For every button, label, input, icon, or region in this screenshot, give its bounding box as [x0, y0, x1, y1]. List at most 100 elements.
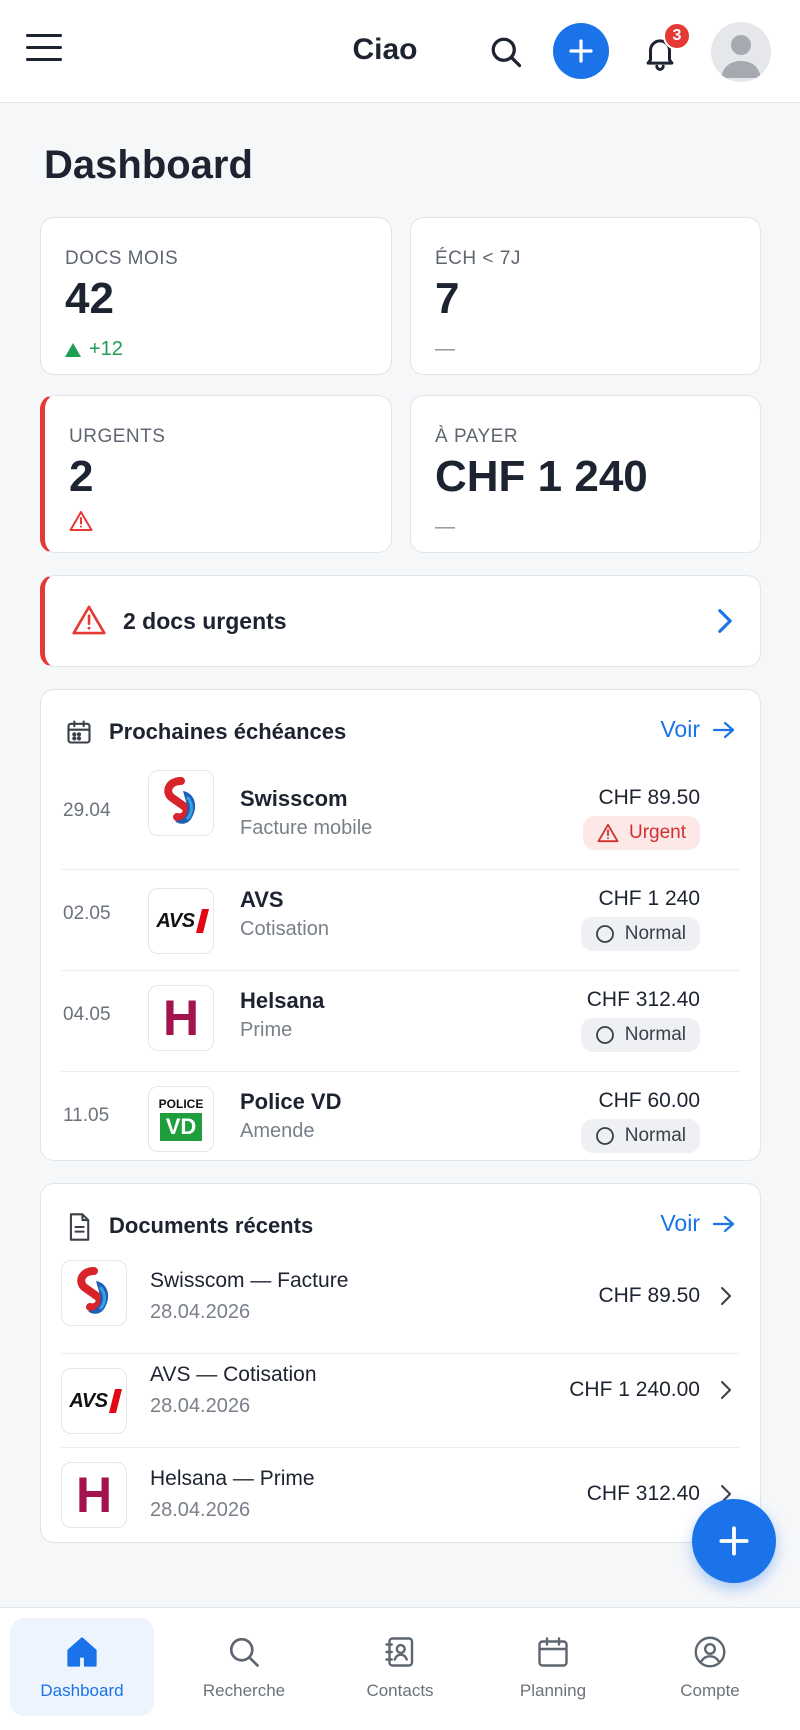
deadline-row[interactable]: 11.05 POLICE VD Police VD Amende CHF 60.… [61, 1072, 740, 1162]
nav-label: Dashboard [40, 1681, 124, 1700]
stat-card-to-pay[interactable]: À PAYER CHF 1 240 — [410, 395, 761, 553]
recent-documents-card: Documents récents Voir Swisscom — Factur… [40, 1183, 761, 1543]
helsana-logo: H [148, 985, 214, 1051]
nav-item-contacts[interactable]: Contacts [328, 1618, 472, 1716]
warning-icon [597, 823, 619, 843]
stat-card-docs-month[interactable]: DOCS MOIS 42 +12 [40, 217, 392, 375]
police-vd-logo: POLICE VD [148, 1086, 214, 1152]
deadline-amount: CHF 312.40 [586, 988, 700, 1011]
stat-sub: — [435, 338, 455, 360]
app-title: Ciao [352, 33, 418, 66]
stat-value: 42 [65, 274, 114, 323]
document-date: 28.04.2026 [150, 1499, 251, 1521]
document-row[interactable]: Swisscom — Facture 28.04.2026 CHF 89.50 [61, 1260, 740, 1354]
deadline-amount: CHF 60.00 [598, 1089, 700, 1112]
chevron-right-icon [720, 1380, 732, 1405]
deadline-row[interactable]: 02.05 AVS AVS Cotisation CHF 1 240 Norma… [61, 870, 740, 971]
helsana-logo: H [61, 1462, 127, 1528]
see-all-documents-link[interactable]: Voir [660, 1210, 736, 1237]
avs-logo-text: AVS [69, 1389, 108, 1412]
upcoming-deadlines-card: Prochaines échéances Voir 29.04 Swisscom… [40, 689, 761, 1161]
calendar-icon [65, 718, 93, 751]
document-row[interactable]: H Helsana — Prime 28.04.2026 CHF 312.40 [61, 1448, 740, 1542]
status-badge-normal: Normal [580, 917, 700, 951]
see-all-deadlines-link[interactable]: Voir [660, 716, 736, 743]
police-logo-text: POLICE [158, 1097, 204, 1111]
deadline-desc: Amende [240, 1120, 315, 1142]
deadline-row[interactable]: 29.04 Swisscom Facture mobile CHF 89.50 … [61, 770, 740, 870]
circle-outline-icon [595, 1026, 614, 1044]
calendar-icon [535, 1634, 571, 1675]
status-label: Normal [624, 1125, 686, 1146]
avs-logo-text: AVS [156, 909, 195, 932]
deadline-date: 11.05 [63, 1105, 110, 1126]
stat-value: 2 [69, 452, 94, 501]
section-title: Prochaines échéances [109, 719, 347, 744]
document-amount: CHF 1 240.00 [569, 1378, 700, 1401]
trend-up-icon [65, 342, 81, 357]
avatar[interactable] [711, 22, 771, 82]
document-name: Helsana — Prime [150, 1467, 315, 1490]
deadline-date: 04.05 [63, 1004, 111, 1025]
search-icon [226, 1634, 262, 1675]
add-button[interactable] [553, 23, 609, 79]
urgent-docs-banner[interactable]: 2 docs urgents [40, 575, 761, 667]
stat-sub: — [435, 516, 455, 538]
status-label: Normal [624, 1024, 686, 1045]
section-header: Documents récents Voir [65, 1210, 736, 1244]
stat-trend-value: +12 [89, 338, 123, 360]
banner-text: 2 docs urgents [123, 608, 287, 634]
stat-label: URGENTS [69, 426, 166, 447]
avs-logo: AVS [61, 1368, 127, 1434]
deadline-name: AVS [240, 887, 284, 912]
warning-icon [69, 510, 93, 538]
document-icon [65, 1212, 93, 1247]
status-badge-normal: Normal [580, 1018, 700, 1052]
menu-icon[interactable] [26, 34, 66, 68]
document-row[interactable]: AVS AVS — Cotisation 28.04.2026 CHF 1 24… [61, 1354, 740, 1448]
deadline-date: 02.05 [63, 903, 111, 924]
deadline-name: Swisscom [240, 786, 348, 811]
stat-card-urgent[interactable]: URGENTS 2 [40, 395, 392, 553]
deadline-name: Police VD [240, 1089, 342, 1114]
nav-label: Recherche [202, 1681, 286, 1700]
contacts-icon [382, 1634, 418, 1675]
document-amount: CHF 312.40 [586, 1482, 700, 1505]
floating-add-button[interactable] [692, 1499, 776, 1583]
top-bar: Ciao 3 [0, 0, 800, 103]
document-date: 28.04.2026 [150, 1301, 251, 1323]
see-all-label: Voir [660, 716, 700, 742]
bottom-navigation: Dashboard Recherche Contacts Planning Co… [0, 1607, 800, 1730]
deadline-amount: CHF 89.50 [598, 786, 700, 809]
stat-label: À PAYER [435, 426, 519, 447]
see-all-label: Voir [660, 1210, 700, 1236]
circle-outline-icon [595, 925, 614, 943]
status-label: Urgent [628, 822, 686, 843]
nav-item-account[interactable]: Compte [638, 1618, 782, 1716]
helsana-logo-letter: H [75, 1467, 113, 1523]
account-icon [692, 1634, 728, 1675]
deadline-row[interactable]: 04.05 H Helsana Prime CHF 312.40 Normal [61, 971, 740, 1072]
deadline-name: Helsana [240, 988, 325, 1013]
helsana-logo-letter: H [162, 990, 200, 1046]
nav-item-planning[interactable]: Planning [481, 1618, 625, 1716]
deadline-date: 29.04 [63, 800, 111, 821]
notification-count-badge: 3 [663, 22, 691, 50]
deadline-amount: CHF 1 240 [598, 887, 700, 910]
nav-item-search[interactable]: Recherche [172, 1618, 316, 1716]
stat-trend: +12 [65, 338, 123, 361]
stat-value: CHF 1 240 [435, 452, 648, 501]
document-name: Swisscom — Facture [150, 1269, 349, 1292]
circle-outline-icon [595, 1127, 614, 1145]
status-badge-urgent: Urgent [582, 816, 700, 850]
section-title: Documents récents [109, 1213, 314, 1238]
nav-item-dashboard[interactable]: Dashboard [10, 1618, 154, 1716]
arrow-right-icon [712, 721, 735, 738]
avs-logo: AVS [148, 888, 214, 954]
document-amount: CHF 89.50 [598, 1284, 700, 1307]
swisscom-logo [148, 770, 214, 836]
stat-card-due-7d[interactable]: ÉCH < 7J 7 — [410, 217, 761, 375]
nav-label: Compte [680, 1681, 740, 1700]
nav-label: Contacts [366, 1681, 434, 1700]
search-icon[interactable] [484, 30, 528, 74]
